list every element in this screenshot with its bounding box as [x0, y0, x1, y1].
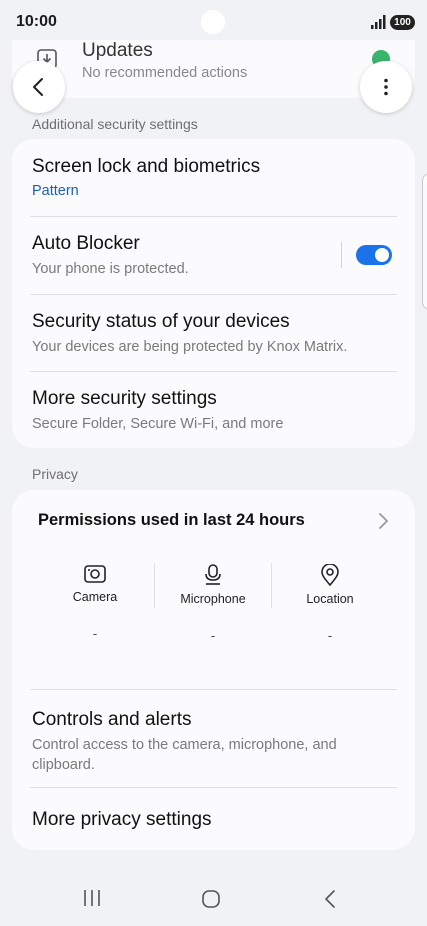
toggle-knob: [375, 248, 389, 262]
list-item-subtitle: Your phone is protected.: [32, 261, 189, 277]
recent-apps-button[interactable]: [82, 889, 102, 912]
permission-label: Location: [306, 592, 354, 606]
permission-microphone[interactable]: Microphone -: [154, 564, 272, 643]
list-item-subtitle: Secure Folder, Secure Wi-Fi, and more: [32, 416, 284, 432]
list-item-title: More security settings: [32, 388, 217, 409]
divider: [30, 689, 397, 690]
permission-value: -: [92, 626, 98, 641]
divider: [30, 787, 397, 788]
updates-title: Updates: [82, 40, 153, 61]
status-bar: 10:00 100: [0, 0, 427, 44]
divider: [30, 371, 397, 372]
permission-value: -: [210, 628, 216, 643]
status-time: 10:00: [16, 13, 57, 30]
updates-subtitle: No recommended actions: [82, 65, 248, 81]
back-arrow-icon: [33, 78, 43, 96]
permission-location[interactable]: Location -: [271, 564, 389, 643]
list-item-title: Security status of your devices: [32, 311, 290, 332]
permission-label: Camera: [72, 590, 118, 604]
navigation-bar: [0, 870, 427, 926]
list-item-title: Screen lock and biometrics: [32, 156, 261, 177]
auto-blocker-toggle[interactable]: [356, 245, 392, 265]
nav-back-icon: [325, 890, 335, 908]
security-settings-card: Screen lock and biometrics Pattern Auto …: [12, 139, 415, 448]
camera-icon: [84, 565, 106, 583]
camera-cutout: [201, 10, 225, 34]
more-options-button[interactable]: [360, 61, 412, 113]
location-icon: [321, 564, 339, 586]
nav-back-button[interactable]: [323, 889, 337, 914]
list-item-title: More privacy settings: [32, 809, 212, 830]
microphone-icon: [205, 564, 221, 585]
more-vertical-icon: [384, 78, 388, 96]
home-icon: [202, 890, 220, 908]
divider: [30, 294, 397, 295]
chevron-right-icon: [378, 512, 390, 535]
list-item-title: Controls and alerts: [32, 709, 192, 730]
security-section-header: Additional security settings: [32, 116, 198, 132]
privacy-card: Permissions used in last 24 hours Camera…: [12, 490, 415, 850]
list-item-subtitle: Pattern: [32, 183, 79, 199]
updates-card[interactable]: Updates No recommended actions: [12, 40, 415, 98]
permission-label: Microphone: [180, 592, 246, 606]
back-button[interactable]: [13, 61, 65, 113]
scrollbar-handle[interactable]: [422, 173, 427, 310]
battery-icon: 100: [390, 15, 415, 30]
list-item-subtitle: Your devices are being protected by Knox…: [32, 339, 348, 355]
recent-apps-icon: [84, 890, 100, 906]
list-item-title: Auto Blocker: [32, 233, 140, 254]
toggle-separator: [341, 242, 342, 268]
permission-camera[interactable]: Camera -: [36, 564, 154, 641]
permissions-title: Permissions used in last 24 hours: [38, 511, 305, 529]
divider: [30, 216, 397, 217]
home-button[interactable]: [201, 889, 221, 914]
privacy-section-header: Privacy: [32, 466, 78, 482]
permission-value: -: [327, 628, 333, 643]
list-item-subtitle: Control access to the camera, microphone…: [32, 737, 337, 773]
signal-icon: [371, 15, 387, 34]
